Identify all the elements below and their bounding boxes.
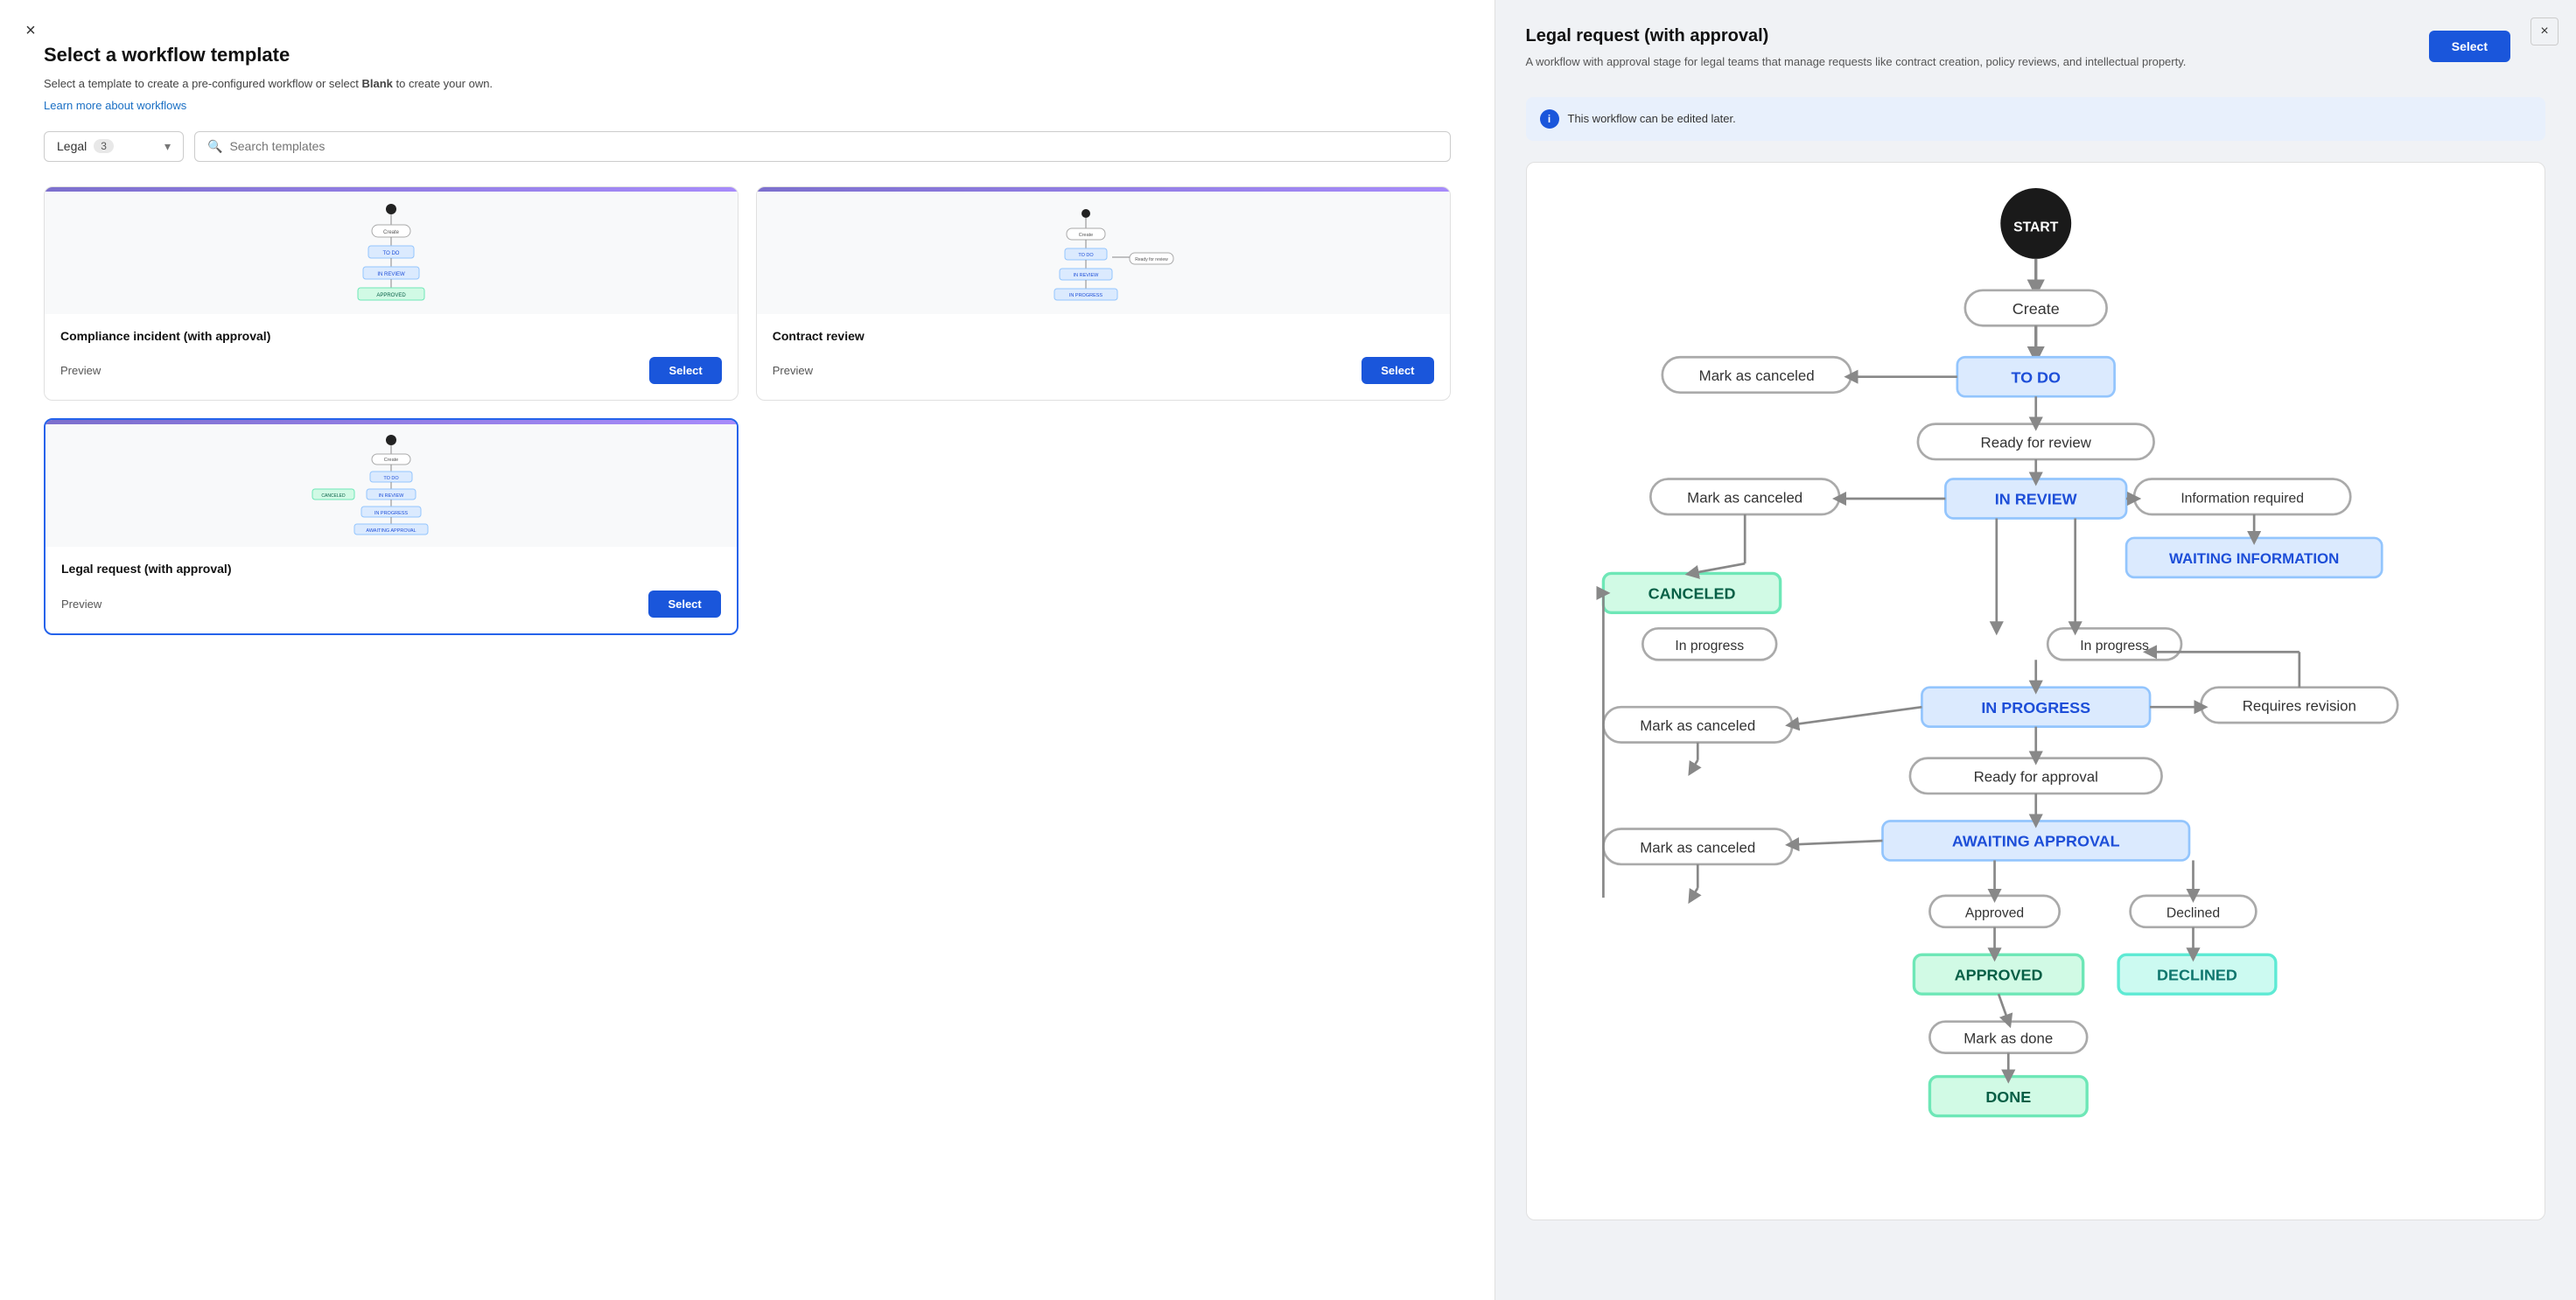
filter-count: 3: [94, 139, 114, 153]
svg-text:Create: Create: [1078, 233, 1093, 238]
preview-compliance-button[interactable]: Preview: [60, 364, 101, 377]
svg-text:TO DO: TO DO: [382, 251, 399, 256]
workflow-svg: START Create TO DO Mark as canceled Read…: [1544, 180, 2527, 1202]
card-actions: Preview Select: [773, 357, 1434, 384]
card-body: Contract review Preview Select: [757, 314, 1450, 401]
card-title: Legal request (with approval): [61, 561, 721, 578]
svg-text:IN PROGRESS: IN PROGRESS: [1069, 293, 1103, 298]
cards-grid: Create TO DO IN REVIEW APPROVED Complian…: [44, 186, 1451, 635]
svg-text:Declined: Declined: [2166, 905, 2219, 920]
svg-text:Create: Create: [2012, 299, 2059, 317]
close-right-button[interactable]: ×: [2530, 17, 2558, 45]
card-preview: Create TO DO IN REVIEW APPROVED: [45, 192, 738, 314]
svg-text:IN PROGRESS: IN PROGRESS: [374, 511, 409, 516]
card-actions: Preview Select: [61, 591, 721, 618]
svg-text:Ready for review: Ready for review: [1135, 257, 1168, 262]
chevron-down-icon: ▾: [164, 139, 171, 154]
workflow-diagram: START Create TO DO Mark as canceled Read…: [1526, 162, 2545, 1220]
svg-text:START: START: [2013, 220, 2059, 234]
svg-text:Mark as canceled: Mark as canceled: [1687, 489, 1802, 506]
search-icon: 🔍: [207, 139, 222, 154]
svg-text:TO DO: TO DO: [1078, 253, 1094, 258]
svg-text:In progress: In progress: [1675, 639, 1744, 653]
select-compliance-button[interactable]: Select: [649, 357, 721, 384]
svg-text:Mark as canceled: Mark as canceled: [1698, 367, 1814, 384]
rp-title-desc: Legal request (with approval) A workflow…: [1526, 26, 2187, 88]
legal-preview-svg: Create TO DO IN REVIEW IN PROGRESS AWAIT…: [304, 433, 479, 538]
svg-text:Mark as canceled: Mark as canceled: [1640, 839, 1755, 856]
info-banner: i This workflow can be edited later.: [1526, 97, 2545, 141]
rp-header: Legal request (with approval) A workflow…: [1526, 26, 2545, 88]
svg-text:AWAITING APPROVAL: AWAITING APPROVAL: [1951, 832, 2119, 849]
select-contract-button[interactable]: Select: [1362, 357, 1433, 384]
right-panel: × Legal request (with approval) A workfl…: [1494, 0, 2576, 1300]
svg-text:Information required: Information required: [2180, 491, 2304, 506]
card-title: Compliance incident (with approval): [60, 328, 722, 346]
svg-text:IN PROGRESS: IN PROGRESS: [1981, 698, 2090, 716]
select-legal-button[interactable]: Select: [648, 591, 720, 618]
card-legal[interactable]: Create TO DO IN REVIEW IN PROGRESS AWAIT…: [44, 418, 738, 635]
svg-text:DECLINED: DECLINED: [2157, 966, 2237, 983]
svg-text:IN REVIEW: IN REVIEW: [1073, 273, 1099, 278]
svg-text:Create: Create: [384, 458, 399, 463]
info-icon: i: [1540, 109, 1559, 129]
category-filter[interactable]: Legal 3 ▾: [44, 131, 184, 162]
svg-text:WAITING INFORMATION: WAITING INFORMATION: [2169, 550, 2339, 567]
rp-select-button[interactable]: Select: [2429, 31, 2510, 62]
contract-preview-svg: Create TO DO IN REVIEW IN PROGRESS Ready…: [1016, 200, 1191, 305]
preview-legal-button[interactable]: Preview: [61, 598, 102, 611]
rp-description: A workflow with approval stage for legal…: [1526, 53, 2187, 71]
search-box: 🔍: [194, 131, 1451, 162]
svg-text:Mark as done: Mark as done: [1964, 1030, 2053, 1046]
card-contract[interactable]: Create TO DO IN REVIEW IN PROGRESS Ready…: [756, 186, 1451, 402]
svg-text:DONE: DONE: [1985, 1087, 2031, 1105]
learn-more-link[interactable]: Learn more about workflows: [44, 99, 186, 112]
filter-label: Legal: [57, 139, 87, 153]
svg-text:Requires revision: Requires revision: [2242, 697, 2356, 714]
subtitle: Select a template to create a pre-config…: [44, 75, 1451, 93]
svg-text:TO DO: TO DO: [383, 476, 399, 481]
svg-text:TO DO: TO DO: [2011, 368, 2061, 386]
card-preview: Create TO DO IN REVIEW IN PROGRESS Ready…: [757, 192, 1450, 314]
card-body: Compliance incident (with approval) Prev…: [45, 314, 738, 401]
info-text: This workflow can be edited later.: [1568, 112, 1736, 125]
card-compliance[interactable]: Create TO DO IN REVIEW APPROVED Complian…: [44, 186, 738, 402]
card-actions: Preview Select: [60, 357, 722, 384]
svg-text:Mark as canceled: Mark as canceled: [1640, 717, 1755, 734]
svg-text:AWAITING APPROVAL: AWAITING APPROVAL: [366, 528, 416, 534]
page-title: Select a workflow template: [44, 44, 1451, 66]
card-body: Legal request (with approval) Preview Se…: [46, 547, 737, 633]
svg-text:IN REVIEW: IN REVIEW: [377, 272, 405, 277]
filter-row: Legal 3 ▾ 🔍: [44, 131, 1451, 162]
svg-text:CANCELED: CANCELED: [1648, 584, 1735, 602]
svg-text:CANCELED: CANCELED: [321, 493, 346, 499]
svg-text:APPROVED: APPROVED: [1954, 966, 2042, 983]
card-title: Contract review: [773, 328, 1434, 346]
svg-text:IN REVIEW: IN REVIEW: [1994, 490, 2076, 507]
svg-text:Create: Create: [383, 230, 400, 235]
rp-title: Legal request (with approval): [1526, 26, 2187, 46]
preview-contract-button[interactable]: Preview: [773, 364, 813, 377]
svg-text:Ready for approval: Ready for approval: [1973, 768, 2097, 785]
left-panel: × Select a workflow template Select a te…: [0, 0, 1494, 1300]
compliance-preview-svg: Create TO DO IN REVIEW APPROVED: [304, 200, 479, 305]
search-input[interactable]: [229, 139, 1437, 153]
svg-text:Ready for review: Ready for review: [1980, 434, 2091, 451]
card-preview: Create TO DO IN REVIEW IN PROGRESS AWAIT…: [46, 424, 737, 547]
svg-text:IN REVIEW: IN REVIEW: [379, 493, 405, 499]
svg-text:In progress: In progress: [2080, 639, 2149, 653]
svg-text:Approved: Approved: [1964, 905, 2023, 920]
svg-text:APPROVED: APPROVED: [376, 293, 406, 298]
close-left-button[interactable]: ×: [18, 17, 44, 44]
